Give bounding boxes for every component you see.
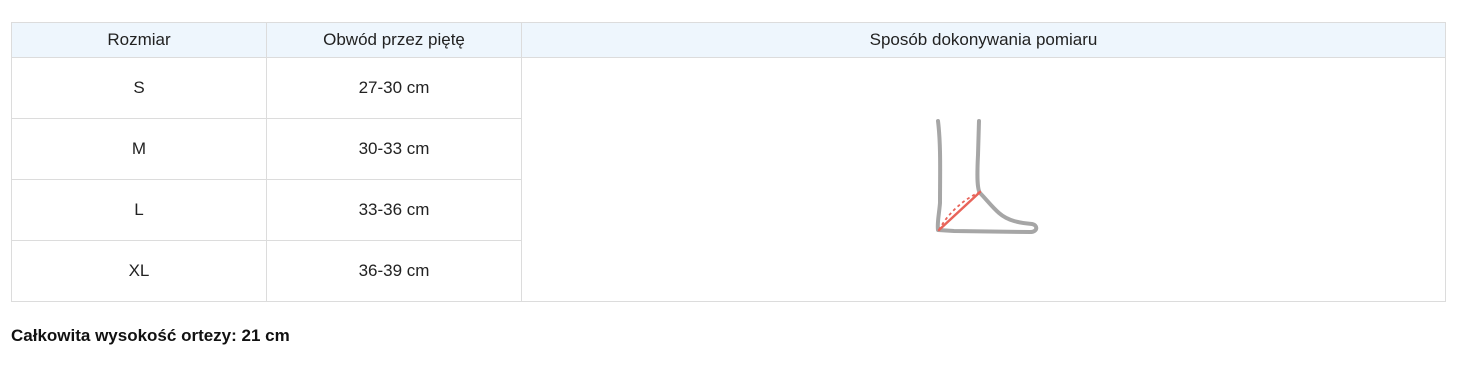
header-size: Rozmiar (11, 22, 267, 58)
circumference-cell: 30-33 cm (266, 118, 522, 180)
measurement-method-cell (521, 57, 1446, 302)
size-cell: XL (11, 240, 267, 302)
total-height-note: Całkowita wysokość ortezy: 21 cm (11, 326, 290, 345)
circumference-cell: 27-30 cm (266, 57, 522, 119)
table-row: S 27-30 cm (11, 57, 1446, 302)
table-header-row: Rozmiar Obwód przez piętę Sposób dokonyw… (11, 22, 1446, 58)
circumference-cell: 36-39 cm (266, 240, 522, 302)
foot-measurement-illustration (935, 118, 1038, 234)
size-cell: L (11, 179, 267, 241)
size-chart-table: Rozmiar Obwód przez piętę Sposób dokonyw… (11, 22, 1446, 302)
header-circumference: Obwód przez piętę (266, 22, 522, 58)
header-measurement-method: Sposób dokonywania pomiaru (521, 22, 1446, 58)
size-cell: S (11, 57, 267, 119)
size-cell: M (11, 118, 267, 180)
circumference-cell: 33-36 cm (266, 179, 522, 241)
